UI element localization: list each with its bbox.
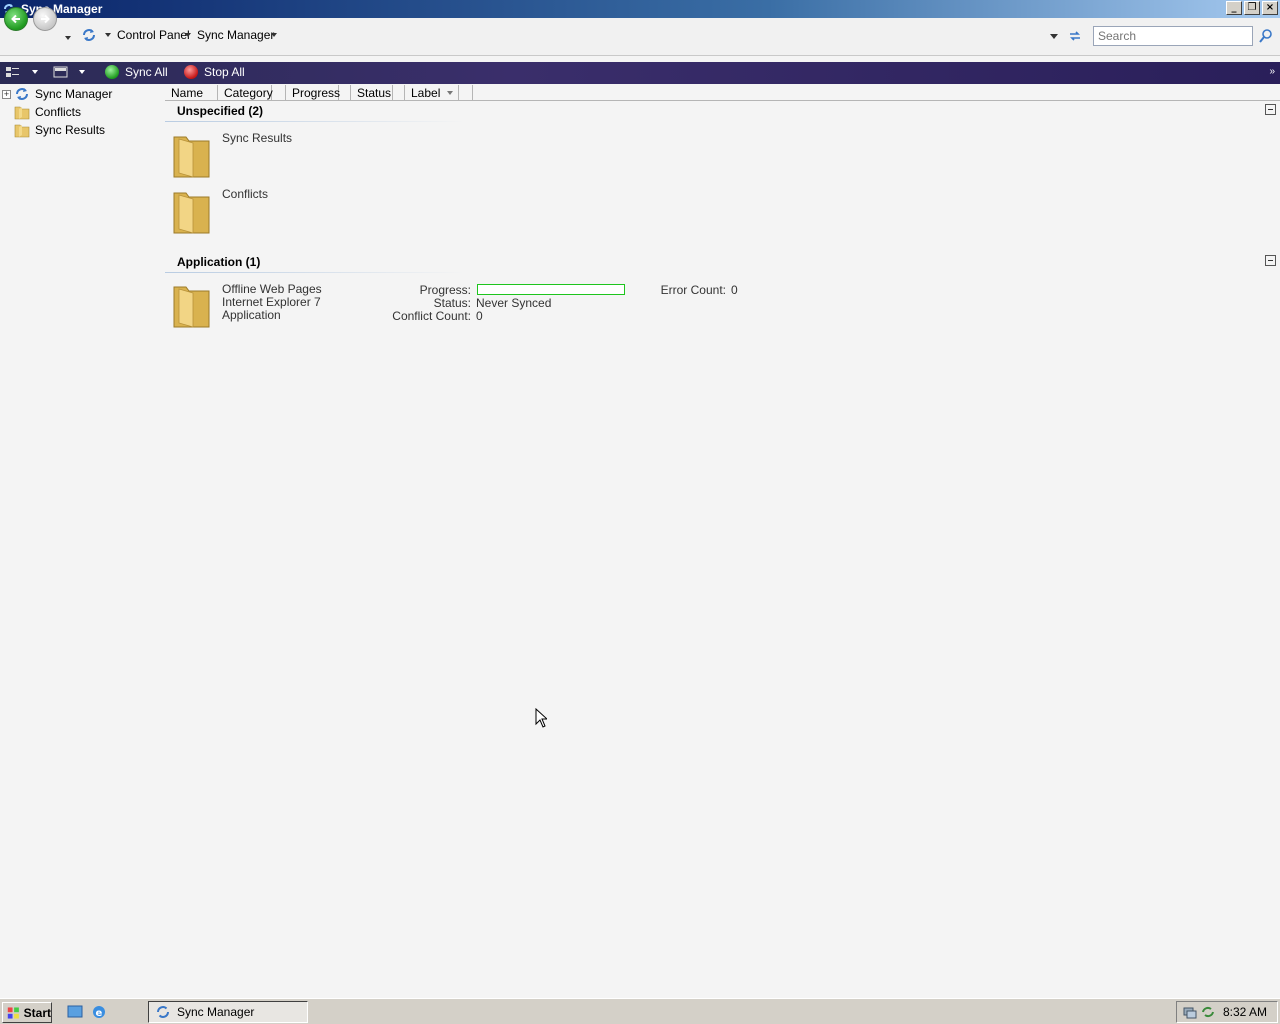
sync-all-button[interactable]: Sync All <box>105 65 168 79</box>
column-header-name[interactable]: Name <box>165 85 218 101</box>
column-header-category[interactable]: Category <box>218 85 273 101</box>
tree-expand-toggle[interactable]: + <box>2 90 11 99</box>
collapse-group-button[interactable] <box>1265 104 1276 115</box>
views-icon <box>6 67 19 77</box>
svg-text:e: e <box>96 1008 103 1019</box>
error-count-label: Error Count: <box>660 283 726 297</box>
layout-button[interactable] <box>53 65 69 79</box>
restore-button[interactable]: ❐ <box>1244 1 1260 15</box>
stop-all-label: Stop All <box>204 65 245 79</box>
refresh-sync-icon[interactable] <box>81 27 97 43</box>
folder-icon <box>14 104 30 120</box>
views-button[interactable] <box>5 65 21 79</box>
tree-item-conflicts[interactable]: Conflicts <box>14 103 81 121</box>
back-button[interactable] <box>4 7 28 31</box>
item-name-sync-results[interactable]: Sync Results <box>222 132 292 145</box>
minimize-button[interactable]: _ <box>1226 1 1242 15</box>
group-divider <box>165 272 465 273</box>
stop-all-icon <box>184 65 198 79</box>
back-arrow-icon <box>11 14 20 24</box>
tree-item-label: Sync Manager <box>35 87 113 101</box>
column-header-label[interactable]: Label <box>405 85 459 101</box>
title-bar: Sync Manager _ ❐ × <box>0 0 1280 18</box>
status-value: Never Synced <box>476 296 552 310</box>
navigation-tree <box>0 86 162 994</box>
address-bar <box>0 18 1280 56</box>
column-divider <box>272 85 286 101</box>
start-button[interactable]: Start <box>2 1002 52 1023</box>
item-category: Application <box>222 308 281 322</box>
location-dropdown[interactable] <box>105 33 111 37</box>
folder-icon[interactable] <box>171 283 215 329</box>
close-button[interactable]: × <box>1262 1 1278 15</box>
layout-dropdown[interactable] <box>79 70 85 74</box>
column-header-label-text: Label <box>411 86 441 100</box>
column-divider <box>339 85 351 101</box>
item-name-conflicts[interactable]: Conflicts <box>222 188 268 201</box>
windows-logo-icon <box>7 1006 19 1019</box>
group-divider <box>165 121 465 122</box>
breadcrumb-sync-manager[interactable]: Sync Manager <box>197 28 274 42</box>
breadcrumb-control-panel[interactable]: Control Panel <box>117 28 190 42</box>
control-panel-chevron-icon[interactable] <box>185 33 191 37</box>
stop-all-button[interactable]: Stop All <box>184 65 245 79</box>
layout-icon <box>53 66 68 78</box>
network-icon[interactable] <box>1183 1005 1197 1019</box>
views-dropdown[interactable] <box>32 70 38 74</box>
mouse-cursor <box>535 707 549 728</box>
sync-icon <box>14 86 30 102</box>
collapse-group-button[interactable] <box>1265 255 1276 266</box>
conflict-count-label: Conflict Count: <box>392 309 471 323</box>
column-header-status[interactable]: Status <box>351 85 393 101</box>
progress-label: Progress: <box>419 283 471 297</box>
folder-icon[interactable] <box>171 133 215 179</box>
window-controls: _ ❐ × <box>1226 1 1278 15</box>
system-tray: 8:32 AM <box>1176 1001 1278 1023</box>
sync-all-icon <box>105 65 119 79</box>
sync-all-label: Sync All <box>125 65 168 79</box>
conflict-count-value: 0 <box>476 309 483 323</box>
taskbar-button-sync-manager[interactable]: Sync Manager <box>148 1001 308 1023</box>
search-input[interactable] <box>1093 26 1253 46</box>
chevron-down-icon[interactable] <box>447 91 453 95</box>
sync-progress-bar <box>477 284 625 295</box>
tree-item-sync-results[interactable]: Sync Results <box>14 121 105 139</box>
column-divider <box>459 85 473 101</box>
group-header-unspecified[interactable]: Unspecified (2) <box>177 104 263 118</box>
internet-explorer-icon[interactable]: e <box>91 1004 107 1020</box>
forward-button[interactable] <box>33 7 57 31</box>
forward-arrow-icon <box>41 14 50 24</box>
overflow-chevron-icon[interactable]: » <box>1269 66 1275 77</box>
start-label: Start <box>23 1005 51 1020</box>
column-header-progress[interactable]: Progress <box>286 85 340 101</box>
sync-icon <box>157 1006 169 1018</box>
tree-item-sync-manager[interactable]: Sync Manager <box>14 85 112 103</box>
error-count-value: 0 <box>731 283 738 297</box>
command-toolbar: Sync All Stop All » <box>0 62 1280 84</box>
search-icon[interactable] <box>1258 28 1274 44</box>
taskbar-button-label: Sync Manager <box>177 1005 255 1019</box>
tree-item-label: Conflicts <box>35 105 82 119</box>
folder-icon <box>14 122 30 138</box>
refresh-icon[interactable] <box>1067 28 1083 44</box>
clock[interactable]: 8:32 AM <box>1223 1005 1267 1019</box>
sync-tray-icon[interactable] <box>1201 1005 1215 1019</box>
address-history-dropdown[interactable] <box>1050 34 1058 39</box>
column-divider <box>393 85 405 101</box>
taskbar: Start e Sync Manager 8:32 AM <box>0 998 1280 1024</box>
recent-pages-dropdown[interactable] <box>65 36 71 40</box>
group-header-application[interactable]: Application (1) <box>177 255 260 269</box>
show-desktop-icon[interactable] <box>67 1004 83 1020</box>
status-label: Status: <box>433 296 471 310</box>
sync-manager-chevron-icon[interactable] <box>271 33 277 37</box>
tree-item-label: Sync Results <box>35 123 106 137</box>
column-headers: Name Category Progress Status Label <box>165 85 1280 101</box>
folder-icon[interactable] <box>171 189 215 235</box>
